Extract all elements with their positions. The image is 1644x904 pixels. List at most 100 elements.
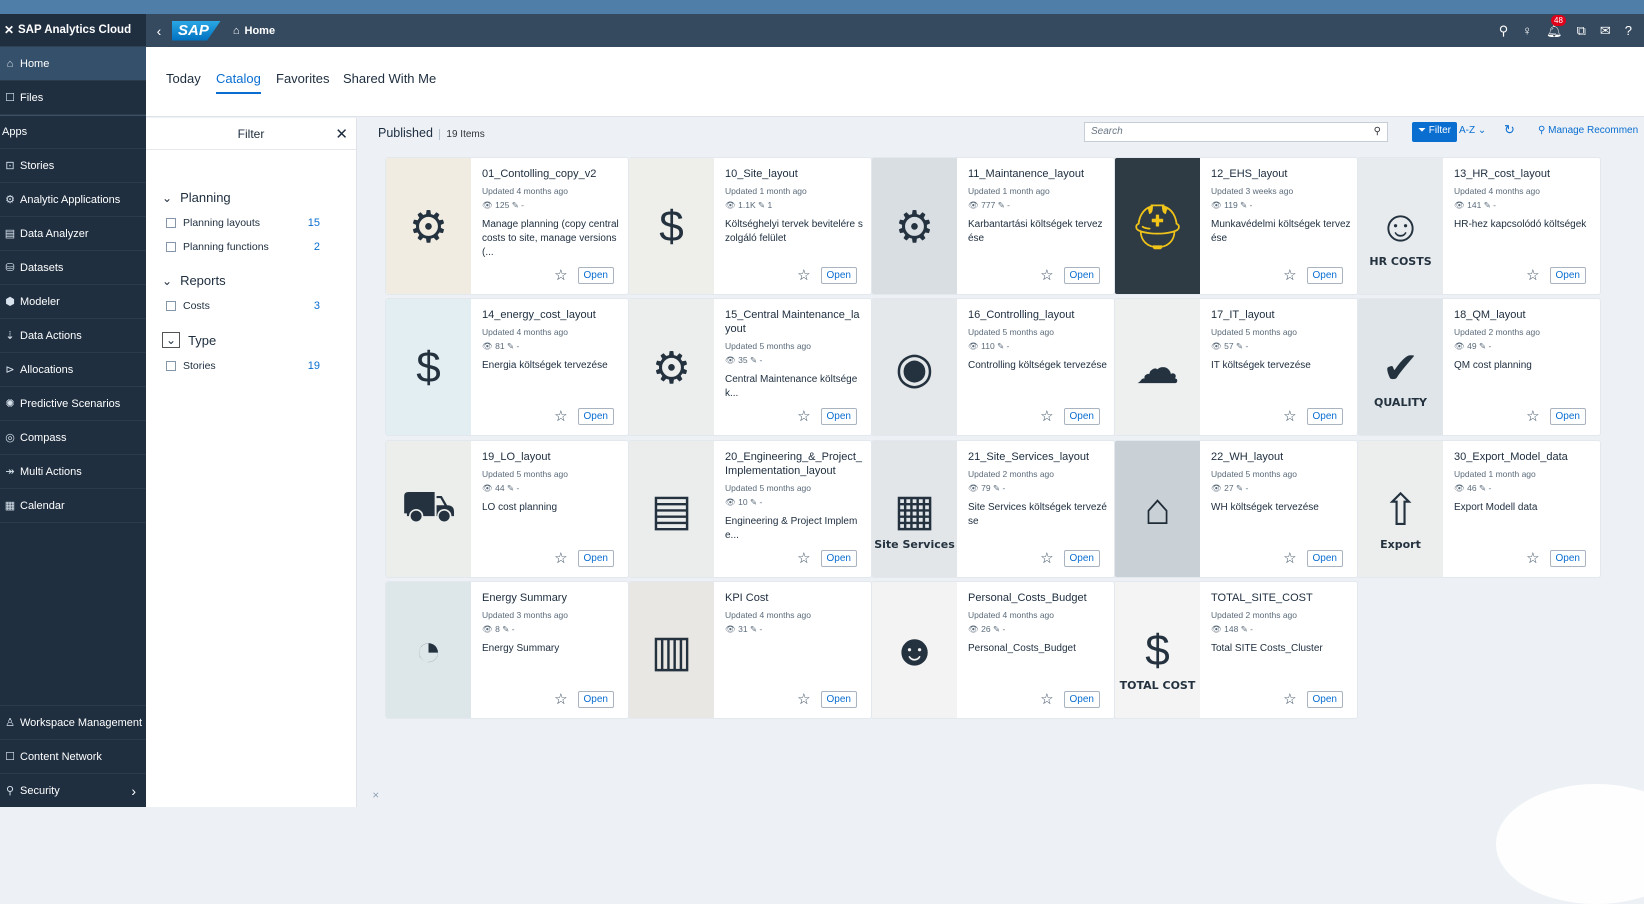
sidebar-item-content-network[interactable]: ☐Content Network	[0, 739, 146, 773]
story-title[interactable]: 17_IT_layout	[1211, 308, 1351, 322]
story-card[interactable]: ☁17_IT_layoutUpdated 5 months ago👁 57 ✎ …	[1114, 298, 1358, 436]
story-title[interactable]: Energy Summary	[482, 591, 622, 605]
close-sidebar-icon[interactable]: ✕	[0, 23, 18, 37]
story-title[interactable]: TOTAL_SITE_COST	[1211, 591, 1351, 605]
sidebar-item-multi-actions[interactable]: ↠Multi Actions	[0, 455, 146, 489]
story-card[interactable]: ⛑12_EHS_layoutUpdated 3 weeks ago👁 119 ✎…	[1114, 157, 1358, 295]
breadcrumb[interactable]: ⌂ Home	[233, 25, 275, 37]
back-icon[interactable]: ‹	[146, 23, 172, 39]
chevron-down-icon[interactable]: ⌄	[162, 274, 172, 288]
story-title[interactable]: Personal_Costs_Budget	[968, 591, 1108, 605]
checkbox[interactable]	[166, 242, 176, 252]
open-button[interactable]: Open	[1550, 267, 1586, 284]
story-title[interactable]: 30_Export_Model_data	[1454, 450, 1594, 464]
star-icon[interactable]: ☆	[554, 690, 567, 708]
open-button[interactable]: Open	[1064, 267, 1100, 284]
collapse-splitter-icon[interactable]: ⨯	[372, 790, 380, 801]
open-button[interactable]: Open	[821, 267, 857, 284]
sort-dropdown[interactable]: A-Z ⌄	[1459, 125, 1486, 136]
star-icon[interactable]: ☆	[797, 266, 810, 284]
filter-option-costs[interactable]: Costs3	[146, 294, 356, 318]
filter-option-stories[interactable]: Stories19	[146, 354, 356, 378]
open-button[interactable]: Open	[1550, 550, 1586, 567]
story-thumbnail[interactable]: ◉	[872, 299, 957, 436]
story-card[interactable]: ⚙15_Central Maintenance_layoutUpdated 5 …	[628, 298, 872, 436]
star-icon[interactable]: ☆	[1526, 407, 1539, 425]
story-card[interactable]: $TOTAL COSTTOTAL_SITE_COSTUpdated 2 mont…	[1114, 581, 1358, 719]
story-thumbnail[interactable]: ✔QUALITY	[1358, 299, 1443, 436]
open-button[interactable]: Open	[578, 550, 614, 567]
open-button[interactable]: Open	[1550, 408, 1586, 425]
story-thumbnail[interactable]: ⛑	[1115, 158, 1200, 295]
story-thumbnail[interactable]: $	[386, 299, 471, 436]
sidebar-item-files[interactable]: ☐Files	[0, 81, 146, 115]
sidebar-item-security[interactable]: ⚲Security›	[0, 773, 146, 807]
story-thumbnail[interactable]: ☺HR COSTS	[1358, 158, 1443, 295]
sidebar-item-datasets[interactable]: ⛁Datasets	[0, 251, 146, 285]
story-thumbnail[interactable]: ⚙	[872, 158, 957, 295]
open-button[interactable]: Open	[821, 408, 857, 425]
open-button[interactable]: Open	[821, 550, 857, 567]
manage-recommendations-button[interactable]: ⚲ Manage Recommen	[1538, 125, 1638, 136]
story-title[interactable]: 13_HR_cost_layout	[1454, 167, 1594, 181]
checkbox[interactable]	[166, 301, 176, 311]
story-card[interactable]: ⛟19_LO_layoutUpdated 5 months ago👁 44 ✎ …	[385, 440, 629, 578]
sap-logo[interactable]: SAP	[172, 21, 221, 41]
star-icon[interactable]: ☆	[554, 549, 567, 567]
story-card[interactable]: ▤20_Engineering_&_Project_Implementation…	[628, 440, 872, 578]
star-icon[interactable]: ☆	[1283, 549, 1296, 567]
filter-button[interactable]: ⏷ Filter	[1412, 122, 1457, 142]
open-button[interactable]: Open	[1064, 691, 1100, 708]
star-icon[interactable]: ☆	[1283, 266, 1296, 284]
star-icon[interactable]: ☆	[1526, 549, 1539, 567]
sidebar-item-home[interactable]: ⌂Home	[0, 47, 146, 81]
notification-icon[interactable]: 🔔︎48	[1546, 23, 1563, 39]
story-card[interactable]: ◔Energy SummaryUpdated 3 months ago👁 8 ✎…	[385, 581, 629, 719]
search-input[interactable]: Search ⚲	[1084, 122, 1388, 142]
filter-section-reports[interactable]: ⌄Reports	[146, 259, 356, 288]
star-icon[interactable]: ☆	[1040, 266, 1053, 284]
story-card[interactable]: ☺HR COSTS13_HR_cost_layoutUpdated 4 mont…	[1357, 157, 1601, 295]
star-icon[interactable]: ☆	[1040, 407, 1053, 425]
star-icon[interactable]: ☆	[554, 266, 567, 284]
story-thumbnail[interactable]: ⇧Export	[1358, 441, 1443, 578]
story-card[interactable]: ⚙01_Contolling_copy_v2Updated 4 months a…	[385, 157, 629, 295]
star-icon[interactable]: ☆	[1283, 690, 1296, 708]
star-icon[interactable]: ☆	[797, 690, 810, 708]
story-title[interactable]: 10_Site_layout	[725, 167, 865, 181]
story-title[interactable]: 21_Site_Services_layout	[968, 450, 1108, 464]
story-thumbnail[interactable]: ▤	[629, 441, 714, 578]
story-card[interactable]: $14_energy_cost_layoutUpdated 4 months a…	[385, 298, 629, 436]
help-icon[interactable]: ?	[1625, 23, 1632, 38]
story-title[interactable]: 12_EHS_layout	[1211, 167, 1351, 181]
lightbulb-icon[interactable]: ♀	[1522, 23, 1532, 38]
feedback-icon[interactable]: ✉	[1600, 23, 1611, 39]
open-button[interactable]: Open	[1307, 408, 1343, 425]
search-icon[interactable]: ⚲	[1499, 23, 1509, 39]
story-card[interactable]: $10_Site_layoutUpdated 1 month ago👁 1.1K…	[628, 157, 872, 295]
story-thumbnail[interactable]: ▥	[629, 582, 714, 719]
story-card[interactable]: ◉16_Controlling_layoutUpdated 5 months a…	[871, 298, 1115, 436]
sidebar-item-data-actions[interactable]: ⇣Data Actions	[0, 319, 146, 353]
story-card[interactable]: ▥KPI CostUpdated 4 months ago👁 31 ✎ -☆Op…	[628, 581, 872, 719]
star-icon[interactable]: ☆	[797, 407, 810, 425]
checkbox[interactable]	[166, 218, 176, 228]
story-title[interactable]: 16_Controlling_layout	[968, 308, 1108, 322]
filter-option-planning-layouts[interactable]: Planning layouts15	[146, 211, 356, 235]
open-button[interactable]: Open	[1064, 550, 1100, 567]
star-icon[interactable]: ☆	[554, 407, 567, 425]
story-card[interactable]: ⌂22_WH_layoutUpdated 5 months ago👁 27 ✎ …	[1114, 440, 1358, 578]
sidebar-item-analytic-applications[interactable]: ⚙Analytic Applications	[0, 183, 146, 217]
story-title[interactable]: 01_Contolling_copy_v2	[482, 167, 622, 181]
story-thumbnail[interactable]: ☁	[1115, 299, 1200, 436]
story-title[interactable]: KPI Cost	[725, 591, 865, 605]
open-button[interactable]: Open	[578, 408, 614, 425]
sidebar-item-workspace-management[interactable]: ♙Workspace Management	[0, 705, 146, 739]
story-thumbnail[interactable]: $TOTAL COST	[1115, 582, 1200, 719]
sidebar-item-stories[interactable]: ⊡Stories	[0, 149, 146, 183]
open-button[interactable]: Open	[578, 691, 614, 708]
story-title[interactable]: 11_Maintanence_layout	[968, 167, 1108, 181]
story-card[interactable]: ✔QUALITY18_QM_layoutUpdated 2 months ago…	[1357, 298, 1601, 436]
story-title[interactable]: 19_LO_layout	[482, 450, 622, 464]
star-icon[interactable]: ☆	[1040, 690, 1053, 708]
